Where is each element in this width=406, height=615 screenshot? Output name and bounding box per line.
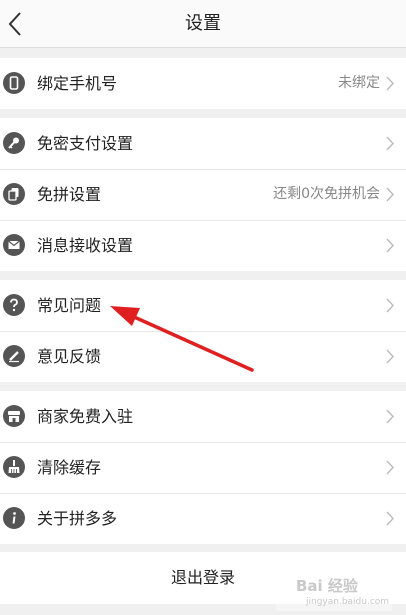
row-label: 免密支付设置 xyxy=(37,134,134,153)
question-icon xyxy=(3,294,25,316)
row-value: 还剩0次免拼机会 xyxy=(273,186,380,202)
store-icon xyxy=(3,405,25,427)
row-feedback[interactable]: 意见反馈 xyxy=(0,331,406,382)
row-label: 绑定手机号 xyxy=(37,74,118,93)
row-free-group-settings[interactable]: 免拼设置 还剩0次免拼机会 xyxy=(0,169,406,220)
row-label: 商家免费入驻 xyxy=(37,407,134,426)
watermark-text: Bai 经验 xyxy=(296,577,358,595)
row-faq[interactable]: 常见问题 xyxy=(0,280,406,331)
settings-group-help: 常见问题 意见反馈 xyxy=(0,280,406,382)
row-value: 未绑定 xyxy=(338,75,380,91)
chevron-right-icon xyxy=(386,136,394,151)
phone-icon xyxy=(3,72,25,94)
chevron-right-icon xyxy=(386,187,394,202)
chevron-right-icon xyxy=(386,298,394,313)
row-label: 免拼设置 xyxy=(37,185,102,204)
settings-group-account: 绑定手机号 未绑定 xyxy=(0,58,406,109)
page-title: 设置 xyxy=(185,13,221,34)
settings-group-about: 商家免费入驻 清除缓存 关于拼多多 xyxy=(0,391,406,544)
pencil-icon xyxy=(3,345,25,367)
row-label: 清除缓存 xyxy=(37,458,102,477)
row-message-settings[interactable]: 消息接收设置 xyxy=(0,220,406,271)
cards-icon xyxy=(3,183,25,205)
row-bind-phone[interactable]: 绑定手机号 未绑定 xyxy=(0,58,406,109)
chevron-right-icon xyxy=(386,511,394,526)
row-label: 关于拼多多 xyxy=(37,509,118,528)
watermark-url: jingyan.baidu.com xyxy=(306,597,390,607)
settings-group-payment: 免密支付设置 免拼设置 还剩0次免拼机会 消息接收设置 xyxy=(0,118,406,271)
watermark: Bai 经验 jingyan.baidu.com xyxy=(276,575,392,611)
envelope-icon xyxy=(3,234,25,256)
row-label: 常见问题 xyxy=(37,296,102,315)
row-password-free-pay[interactable]: 免密支付设置 xyxy=(0,118,406,169)
chevron-right-icon xyxy=(386,409,394,424)
chevron-right-icon xyxy=(386,349,394,364)
chevron-right-icon xyxy=(386,238,394,253)
row-label: 意见反馈 xyxy=(37,347,102,366)
row-clear-cache[interactable]: 清除缓存 xyxy=(0,442,406,493)
info-icon xyxy=(3,507,25,529)
row-label: 消息接收设置 xyxy=(37,236,134,255)
chevron-right-icon xyxy=(386,76,394,91)
row-merchant-join[interactable]: 商家免费入驻 xyxy=(0,391,406,442)
key-icon xyxy=(3,132,25,154)
chevron-right-icon xyxy=(386,460,394,475)
row-about[interactable]: 关于拼多多 xyxy=(0,493,406,544)
broom-icon xyxy=(3,456,25,478)
header-bar: 设置 xyxy=(0,0,406,48)
